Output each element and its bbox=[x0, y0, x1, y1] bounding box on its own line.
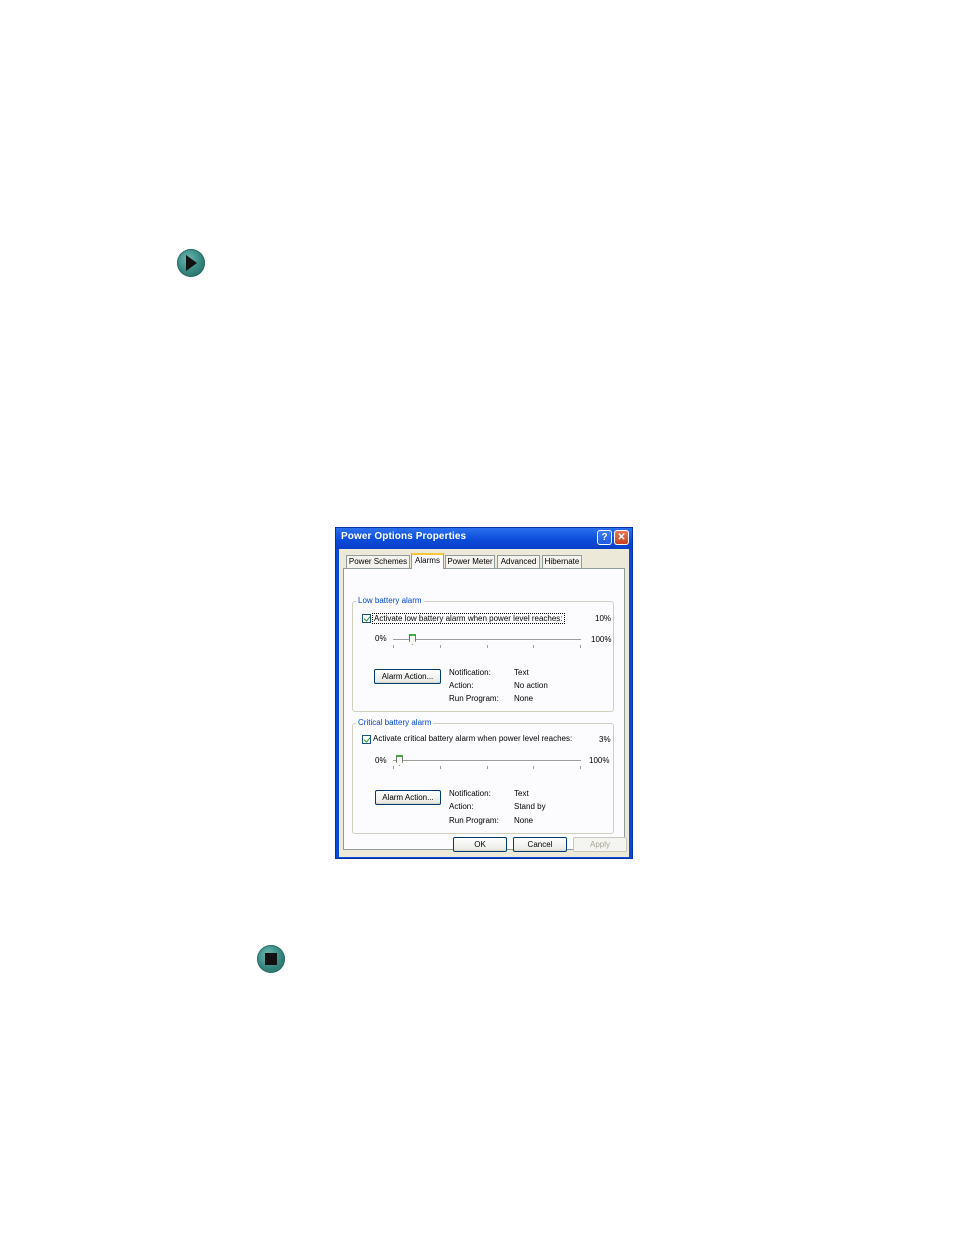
slider-tick bbox=[440, 766, 441, 769]
slider-tick bbox=[440, 645, 441, 648]
low-battery-checkbox-label[interactable]: Activate low battery alarm when power le… bbox=[372, 613, 565, 624]
tab-power-meter[interactable]: Power Meter bbox=[445, 555, 495, 568]
close-button[interactable]: ✕ bbox=[614, 530, 629, 545]
slider-tick bbox=[393, 645, 394, 648]
slider-tick bbox=[487, 645, 488, 648]
critical-action-label: Action: bbox=[449, 802, 474, 811]
critical-action-value: Stand by bbox=[514, 802, 546, 811]
slider-track bbox=[393, 760, 581, 762]
cancel-button[interactable]: Cancel bbox=[513, 837, 567, 852]
critical-run-program-value: None bbox=[514, 816, 534, 825]
low-action-label: Action: bbox=[449, 681, 474, 690]
slider-tick bbox=[487, 766, 488, 769]
low-battery-checkbox[interactable] bbox=[362, 614, 371, 623]
tab-advanced[interactable]: Advanced bbox=[497, 555, 540, 568]
slider-track bbox=[393, 639, 581, 641]
low-run-program-value: None bbox=[514, 694, 534, 703]
ok-button[interactable]: OK bbox=[453, 837, 507, 852]
window-title: Power Options Properties bbox=[341, 531, 467, 542]
help-button[interactable]: ? bbox=[597, 530, 612, 545]
stop-icon bbox=[257, 945, 285, 973]
low-notification-label: Notification: bbox=[449, 668, 491, 677]
low-alarm-action-button[interactable]: Alarm Action... bbox=[374, 669, 441, 684]
critical-battery-checkbox-label[interactable]: Activate critical battery alarm when pow… bbox=[373, 734, 572, 743]
low-notification-value: Text bbox=[514, 668, 529, 677]
critical-battery-level-value: 3% bbox=[599, 735, 611, 744]
tab-hibernate[interactable]: Hibernate bbox=[542, 555, 582, 568]
low-battery-group-title: Low battery alarm bbox=[356, 596, 424, 605]
slider-tick bbox=[580, 645, 581, 648]
critical-alarm-action-button[interactable]: Alarm Action... bbox=[375, 790, 441, 805]
critical-battery-group-title: Critical battery alarm bbox=[356, 718, 434, 727]
slider-tick bbox=[533, 766, 534, 769]
critical-slider-max-label: 100% bbox=[589, 756, 610, 765]
slider-tick bbox=[393, 766, 394, 769]
critical-battery-slider[interactable] bbox=[393, 754, 581, 770]
low-battery-level-value: 10% bbox=[595, 614, 612, 623]
play-icon bbox=[177, 249, 205, 277]
critical-run-program-label: Run Program: bbox=[449, 816, 499, 825]
apply-button[interactable]: Apply bbox=[573, 837, 627, 852]
tab-power-schemes[interactable]: Power Schemes bbox=[346, 555, 410, 568]
slider-thumb[interactable] bbox=[409, 634, 416, 645]
low-battery-slider[interactable] bbox=[393, 633, 581, 649]
slider-thumb[interactable] bbox=[396, 755, 403, 766]
critical-notification-value: Text bbox=[514, 789, 529, 798]
dialog-client: Power Schemes Alarms Power Meter Advance… bbox=[339, 549, 629, 857]
low-run-program-label: Run Program: bbox=[449, 694, 499, 703]
tab-alarms[interactable]: Alarms bbox=[411, 553, 444, 569]
slider-tick bbox=[533, 645, 534, 648]
low-slider-max-label: 100% bbox=[591, 635, 612, 644]
critical-notification-label: Notification: bbox=[449, 789, 491, 798]
power-options-dialog: Power Options Properties ? ✕ Power Schem… bbox=[335, 527, 633, 859]
critical-battery-checkbox[interactable] bbox=[362, 735, 371, 744]
low-slider-min-label: 0% bbox=[375, 634, 387, 643]
title-bar[interactable]: Power Options Properties ? ✕ bbox=[336, 528, 632, 549]
low-action-value: No action bbox=[514, 681, 548, 690]
slider-tick bbox=[580, 766, 581, 769]
critical-slider-min-label: 0% bbox=[375, 756, 387, 765]
